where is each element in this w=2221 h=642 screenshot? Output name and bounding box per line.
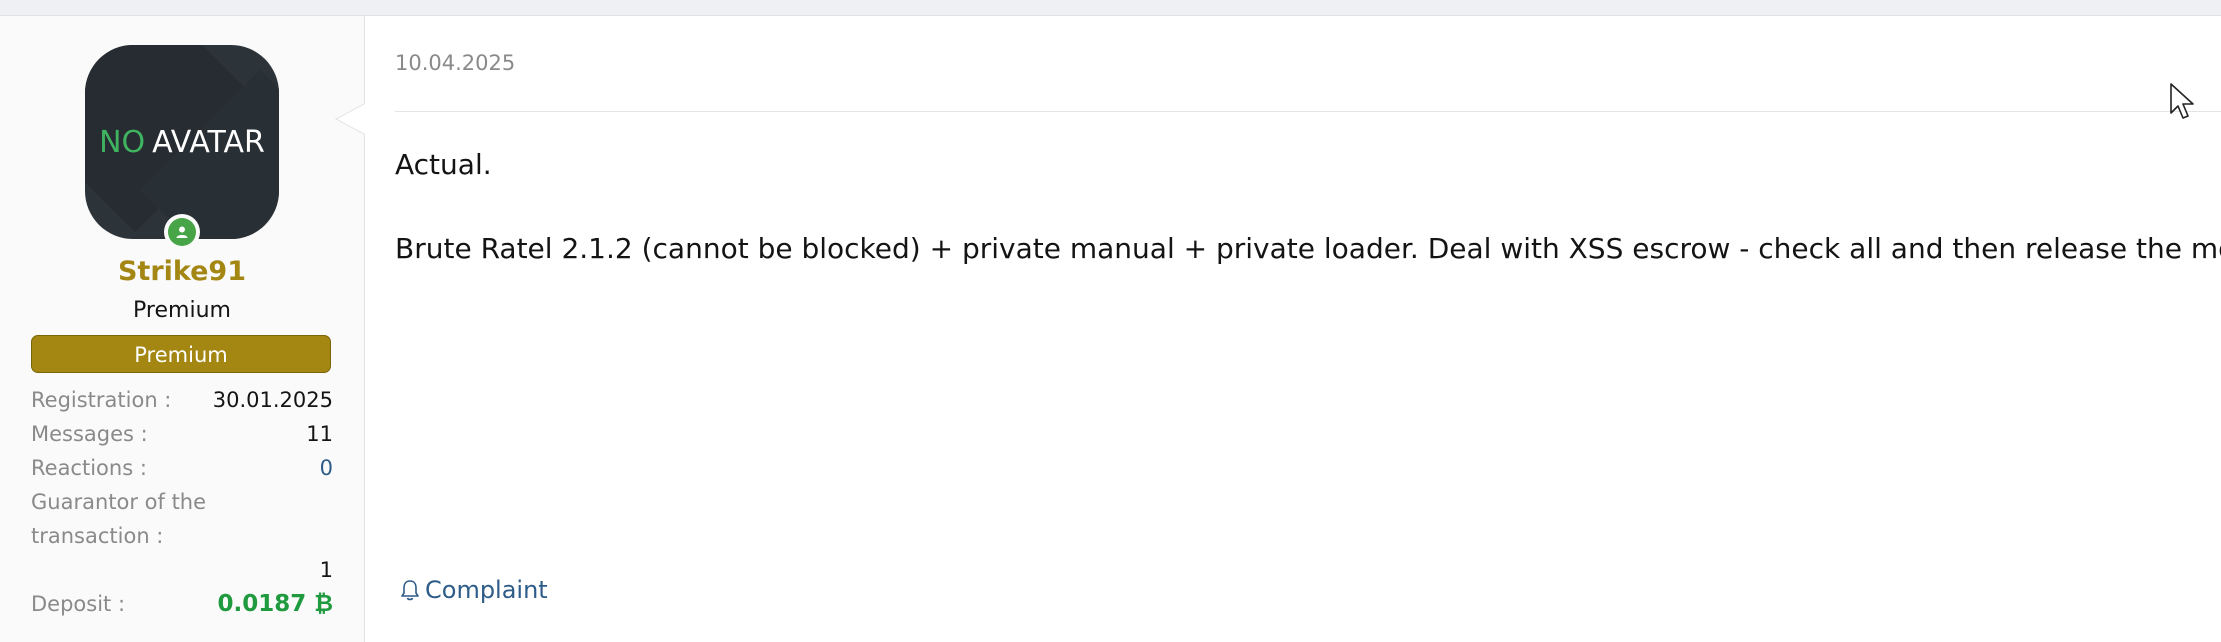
stat-value: 1 xyxy=(319,558,333,582)
message-post: NO AVATAR Strike91 Premium Premium Regis… xyxy=(0,15,2221,642)
user-online-icon xyxy=(168,218,196,246)
user-stats: Registration : 30.01.2025 Messages : 11 … xyxy=(31,383,333,621)
avatar-placeholder-text: NO AVATAR xyxy=(85,45,279,239)
post-divider xyxy=(395,111,2221,112)
stat-value: 30.01.2025 xyxy=(212,388,333,412)
stat-label: Messages : xyxy=(31,422,148,446)
post-date[interactable]: 10.04.2025 xyxy=(395,51,515,75)
post-text-line: Actual. xyxy=(395,148,492,181)
online-status-badge xyxy=(164,214,200,250)
stat-registration: Registration : 30.01.2025 xyxy=(31,383,333,417)
complaint-link[interactable]: Complaint xyxy=(399,576,548,604)
post-main: 10.04.2025 Actual. Brute Ratel 2.1.2 (ca… xyxy=(395,16,2221,642)
avatar-label-text: AVATAR xyxy=(152,124,265,160)
stat-label: Registration : xyxy=(31,388,172,412)
bell-icon xyxy=(401,580,419,601)
username-link[interactable]: Strike91 xyxy=(0,256,364,287)
mouse-cursor-icon xyxy=(2170,83,2194,119)
deposit-value: 0.0187 ₿ xyxy=(217,591,333,617)
stat-reactions: Reactions : 0 xyxy=(31,451,333,485)
stat-deposit: Deposit : 0.0187 ₿ xyxy=(31,587,333,621)
complaint-label: Complaint xyxy=(425,576,548,604)
stat-label: Deposit : xyxy=(31,592,126,616)
post-text-line: Brute Ratel 2.1.2 (cannot be blocked) + … xyxy=(395,232,2221,265)
stat-messages: Messages : 11 xyxy=(31,417,333,451)
stat-guarantor: Guarantor of the transaction : 1 xyxy=(31,485,333,587)
avatar-no-text: NO xyxy=(99,124,146,160)
user-banner: Premium xyxy=(31,335,331,373)
post-pointer-arrow xyxy=(335,103,365,135)
stat-value[interactable]: 0 xyxy=(320,451,333,485)
stat-value: 11 xyxy=(306,422,333,446)
stat-label: Reactions : xyxy=(31,456,147,480)
avatar[interactable]: NO AVATAR xyxy=(85,45,279,239)
user-title: Premium xyxy=(133,298,231,323)
user-sidebar: NO AVATAR Strike91 Premium Premium Regis… xyxy=(0,16,365,642)
stat-label: Guarantor of the transaction : xyxy=(31,490,207,548)
